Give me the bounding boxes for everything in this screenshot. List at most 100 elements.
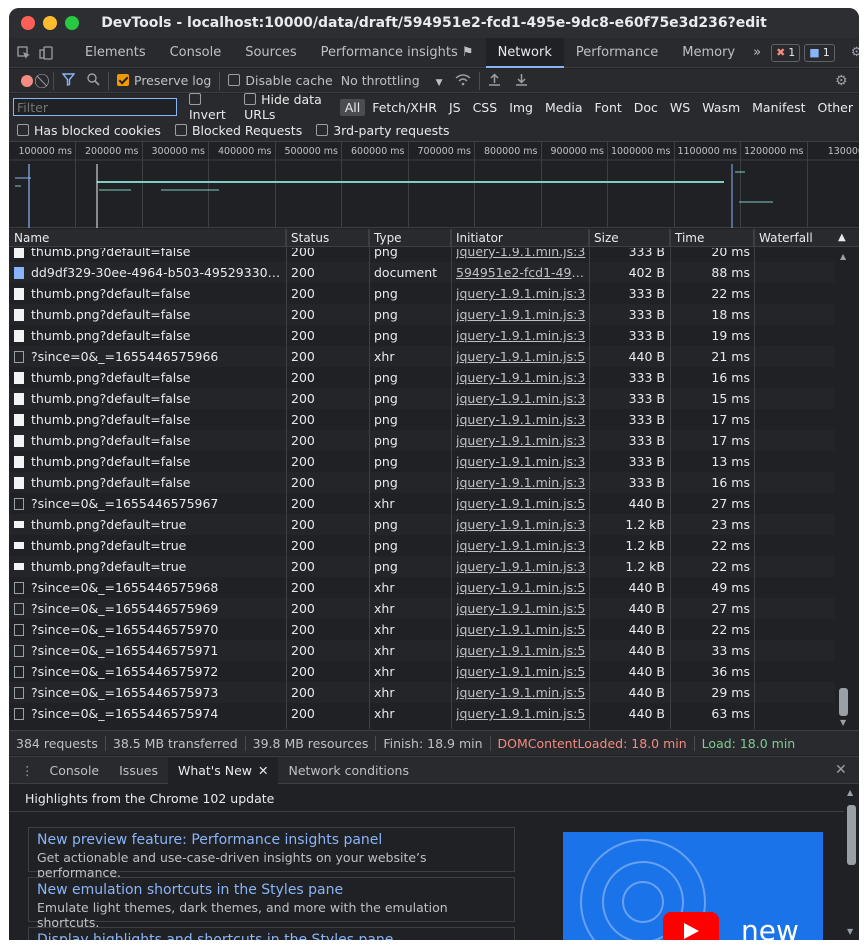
- drawer-tab-network-conditions[interactable]: Network conditions: [278, 757, 418, 784]
- drawer-scrollbar-thumb[interactable]: [847, 805, 856, 865]
- cell-initiator-link[interactable]: jquery-1.9.1.min.js:5: [456, 703, 586, 724]
- whats-new-item-title[interactable]: New preview feature: Performance insight…: [37, 832, 506, 848]
- whats-new-item[interactable]: New preview feature: Performance insight…: [28, 827, 515, 880]
- tab-performance[interactable]: Performance: [564, 38, 670, 68]
- table-row[interactable]: thumb.png?default=true 200 png jquery-1.9.1…: [9, 535, 835, 556]
- filter-type-other[interactable]: Other: [813, 99, 859, 116]
- filter-type-js[interactable]: JS: [444, 99, 466, 116]
- cell-initiator-link[interactable]: jquery-1.9.1.min.js:3: [456, 451, 586, 472]
- table-row[interactable]: thumb.png?default=false 200 png jquery-1.9.…: [9, 472, 835, 493]
- column-name-header[interactable]: Name: [9, 229, 286, 247]
- hide-data-urls-checkbox[interactable]: Hide data URLs: [244, 92, 335, 122]
- more-tabs-button[interactable]: »: [747, 38, 767, 68]
- cell-initiator-link[interactable]: jquery-1.9.1.min.js:5: [456, 346, 586, 367]
- column-size-header[interactable]: Size: [589, 229, 670, 247]
- filter-type-wasm[interactable]: Wasm: [697, 99, 745, 116]
- filter-funnel-icon[interactable]: [61, 72, 76, 89]
- settings-gear-icon[interactable]: ⚙: [851, 44, 859, 62]
- throttling-select[interactable]: No throttling ▼: [341, 73, 443, 88]
- filter-type-fetch-xhr[interactable]: Fetch/XHR: [367, 99, 442, 116]
- table-row[interactable]: ?since=0&_=1655446575966 200 xhr jquery-1.9…: [9, 346, 835, 367]
- table-row[interactable]: ?since=0&_=1655446575967 200 xhr jquery-1.9…: [9, 493, 835, 514]
- preserve-log-checkbox[interactable]: Preserve log: [117, 73, 211, 88]
- device-toolbar-icon[interactable]: [39, 44, 53, 62]
- cell-initiator-link[interactable]: 594951e2-fcd1-495e-...: [456, 262, 586, 283]
- table-row[interactable]: ?since=0&_=1655446575972 200 xhr jquery-1.9…: [9, 661, 835, 682]
- filter-type-img[interactable]: Img: [504, 99, 538, 116]
- cell-initiator-link[interactable]: jquery-1.9.1.min.js:3: [456, 430, 586, 451]
- cell-initiator-link[interactable]: jquery-1.9.1.min.js:5: [456, 640, 586, 661]
- messages-badge[interactable]: ■ 1: [804, 43, 835, 62]
- filter-type-doc[interactable]: Doc: [629, 99, 663, 116]
- overview-timeline[interactable]: 100000 ms 200000 ms 300000 ms 400000 ms 5000…: [9, 142, 859, 228]
- table-row[interactable]: thumb.png?default=true 200 png jquery-1.9.1…: [9, 514, 835, 535]
- table-row[interactable]: thumb.png?default=true 200 png jquery-1.9.1…: [9, 556, 835, 577]
- record-icon[interactable]: [21, 74, 33, 87]
- filter-type-ws[interactable]: WS: [665, 99, 695, 116]
- table-row[interactable]: dd9df329-30ee-4964-b503-49529330e953 200 d…: [9, 262, 835, 283]
- network-settings-gear-icon[interactable]: ⚙: [835, 73, 848, 89]
- filter-type-css[interactable]: CSS: [468, 99, 503, 116]
- import-har-icon[interactable]: [488, 72, 501, 89]
- table-row[interactable]: thumb.png?default=false 200 png jquery-1.9.…: [9, 248, 835, 262]
- cell-initiator-link[interactable]: jquery-1.9.1.min.js:5: [456, 493, 586, 514]
- cell-initiator-link[interactable]: jquery-1.9.1.min.js:3: [456, 388, 586, 409]
- whats-new-item-title[interactable]: Display highlights and shortcuts in the …: [37, 932, 506, 940]
- cell-initiator-link[interactable]: jquery-1.9.1.min.js:5: [456, 619, 586, 640]
- search-icon[interactable]: [87, 72, 100, 89]
- tab-sources[interactable]: Sources: [233, 38, 308, 68]
- close-drawer-icon[interactable]: ✕: [835, 762, 847, 778]
- drawer-scroll-up-icon[interactable]: ▲: [847, 788, 853, 797]
- network-conditions-icon[interactable]: [455, 73, 471, 89]
- tab-elements[interactable]: Elements: [73, 38, 158, 68]
- table-row[interactable]: thumb.png?default=false 200 png jquery-1.9.…: [9, 367, 835, 388]
- table-row[interactable]: thumb.png?default=false 200 png jquery-1.9.…: [9, 283, 835, 304]
- table-row[interactable]: ?since=0&_=1655446575969 200 xhr jquery-1.9…: [9, 598, 835, 619]
- table-row[interactable]: thumb.png?default=false 200 png jquery-1.9.…: [9, 388, 835, 409]
- table-row[interactable]: ?since=0&_=1655446575973 200 xhr jquery-1.9…: [9, 682, 835, 703]
- drawer-tab-whats-new[interactable]: What's New ✕: [167, 756, 279, 784]
- drawer-tab-issues[interactable]: Issues: [109, 757, 168, 784]
- table-row[interactable]: thumb.png?default=false 200 png jquery-1.9.…: [9, 304, 835, 325]
- drawer-scrollbar[interactable]: ▲ ▼: [844, 785, 859, 940]
- table-row[interactable]: ?since=0&_=1655446575970 200 xhr jquery-1.9…: [9, 619, 835, 640]
- play-button[interactable]: [663, 912, 719, 940]
- drawer-scroll-down-icon[interactable]: ▼: [847, 927, 853, 936]
- blocked-requests-checkbox[interactable]: Blocked Requests: [174, 123, 302, 138]
- third-party-requests-checkbox[interactable]: 3rd-party requests: [316, 123, 450, 138]
- disable-cache-checkbox[interactable]: Disable cache: [228, 73, 333, 88]
- cell-initiator-link[interactable]: jquery-1.9.1.min.js:3: [456, 325, 586, 346]
- tab-performance-insights[interactable]: Performance insights ⚑: [309, 38, 486, 68]
- filter-type-media[interactable]: Media: [540, 99, 588, 116]
- drawer-menu-icon[interactable]: ⋮: [21, 763, 34, 778]
- drawer-tab-console[interactable]: Console: [40, 757, 110, 784]
- column-type-header[interactable]: Type: [369, 229, 451, 247]
- whats-new-item[interactable]: New emulation shortcuts in the Styles pa…: [28, 877, 515, 930]
- tab-network[interactable]: Network: [485, 37, 564, 68]
- cell-initiator-link[interactable]: jquery-1.9.1.min.js:3: [456, 514, 586, 535]
- table-row[interactable]: ?since=0&_=1655446575974 200 xhr jquery-1.9…: [9, 703, 835, 724]
- cell-initiator-link[interactable]: jquery-1.9.1.min.js:3: [456, 283, 586, 304]
- tab-memory[interactable]: Memory: [670, 38, 747, 68]
- table-row[interactable]: thumb.png?default=false 200 png jquery-1.9.…: [9, 451, 835, 472]
- minimize-window-button[interactable]: [43, 16, 57, 30]
- cell-initiator-link[interactable]: jquery-1.9.1.min.js:5: [456, 577, 586, 598]
- table-row[interactable]: ?since=0&_=1655446575968 200 xhr jquery-1.9…: [9, 577, 835, 598]
- cell-initiator-link[interactable]: jquery-1.9.1.min.js:3: [456, 556, 586, 577]
- table-row[interactable]: ?since=0&_=1655446575971 200 xhr jquery-1.9…: [9, 640, 835, 661]
- whats-new-item[interactable]: Display highlights and shortcuts in the …: [28, 927, 515, 940]
- filter-type-font[interactable]: Font: [590, 99, 627, 116]
- cell-initiator-link[interactable]: jquery-1.9.1.min.js:3: [456, 535, 586, 556]
- cell-initiator-link[interactable]: jquery-1.9.1.min.js:5: [456, 661, 586, 682]
- table-row[interactable]: thumb.png?default=false 200 png jquery-1.9.…: [9, 430, 835, 451]
- errors-badge[interactable]: ✖ 1: [771, 43, 801, 62]
- scroll-down-arrow-icon[interactable]: ▼: [840, 718, 846, 727]
- table-row[interactable]: thumb.png?default=false 200 png jquery-1.9.…: [9, 409, 835, 430]
- close-window-button[interactable]: [21, 16, 35, 30]
- filter-input[interactable]: [13, 98, 177, 116]
- column-time-header[interactable]: Time: [670, 229, 754, 247]
- tab-console[interactable]: Console: [158, 38, 234, 68]
- export-har-icon[interactable]: [515, 73, 528, 89]
- inspect-element-icon[interactable]: [17, 44, 31, 62]
- column-status-header[interactable]: Status: [286, 229, 369, 247]
